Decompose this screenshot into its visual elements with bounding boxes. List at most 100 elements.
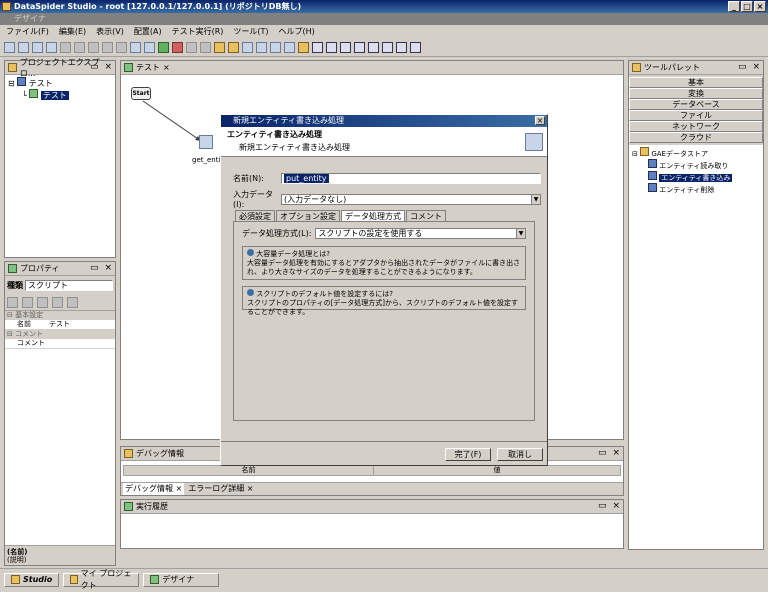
menu-help[interactable]: ヘルプ(H) [279, 25, 315, 39]
menu-arrange[interactable]: 配置(A) [134, 25, 162, 39]
text-icon[interactable] [284, 42, 295, 53]
layout-5-icon[interactable] [368, 42, 379, 53]
palette-item-write-entity[interactable]: エンティティ書き込み [632, 171, 760, 183]
history-title: 実行履歴 [136, 502, 168, 511]
layout-6-icon[interactable] [382, 42, 393, 53]
maximize-button[interactable]: □ [741, 1, 753, 12]
palette-category-database[interactable]: データベース [629, 99, 763, 110]
menu-file[interactable]: ファイル(F) [6, 25, 49, 39]
grid-icon[interactable] [242, 42, 253, 53]
stop-icon[interactable] [172, 42, 183, 53]
close-history-icon[interactable]: × [612, 501, 620, 511]
tree-item-project-root[interactable]: ⊟ テスト [8, 77, 112, 89]
script-label: テスト [40, 91, 69, 100]
palette-category-network[interactable]: ネットワーク [629, 121, 763, 132]
close-panel-icon[interactable]: × [104, 62, 112, 72]
link-icon[interactable] [214, 42, 225, 53]
new-folder-icon[interactable] [32, 42, 43, 53]
dialog-header: エンティティ書き込み処理 新規エンティティ書き込み処理 [221, 127, 547, 157]
tree-item-script[interactable]: └ テスト [8, 89, 112, 101]
delete-icon[interactable] [116, 42, 127, 53]
menu-tools[interactable]: ツール(T) [233, 25, 268, 39]
palette-category-cloud[interactable]: クラウド [629, 132, 763, 143]
write-entity-icon [648, 171, 657, 180]
layout-3-icon[interactable] [340, 42, 351, 53]
maximize-history-icon[interactable]: ▭ [598, 501, 607, 511]
designer-tab[interactable]: デザイナ [143, 572, 220, 587]
close-properties-icon[interactable]: × [104, 263, 112, 273]
add-icon[interactable] [88, 42, 99, 53]
name-input[interactable]: put_entity [281, 173, 541, 184]
image-icon[interactable] [270, 42, 281, 53]
property-row-comment[interactable]: コメント [5, 339, 115, 349]
new-icon[interactable] [4, 42, 15, 53]
palette-category-file[interactable]: ファイル [629, 110, 763, 121]
close-button[interactable]: × [754, 1, 766, 12]
tab-required-settings[interactable]: 必須設定 [235, 210, 275, 221]
remove-icon[interactable] [102, 42, 113, 53]
table-icon[interactable] [256, 42, 267, 53]
tab-option-settings[interactable]: オプション設定 [276, 210, 340, 221]
layout-2-icon[interactable] [326, 42, 337, 53]
document-icon[interactable] [200, 42, 211, 53]
tab-comment[interactable]: コメント [406, 210, 446, 221]
sort-icon[interactable] [22, 297, 33, 308]
maximize-debug-icon[interactable]: ▭ [598, 448, 607, 458]
categorized-icon[interactable] [7, 297, 18, 308]
maximize-palette-icon[interactable]: ▭ [738, 62, 747, 72]
input-data-select[interactable]: (入力データなし) ▼ [281, 193, 541, 205]
palette-category-basic[interactable]: 基本 [629, 77, 763, 88]
palette-category-convert[interactable]: 変換 [629, 88, 763, 99]
maximize-properties-icon[interactable]: ▭ [90, 263, 99, 273]
close-palette-icon[interactable]: × [752, 62, 760, 72]
run-icon[interactable] [158, 42, 169, 53]
finish-button[interactable]: 完了(F) [445, 448, 491, 461]
layout-8-icon[interactable] [410, 42, 421, 53]
property-row-name[interactable]: 名前 テスト [5, 320, 115, 330]
open-icon[interactable] [18, 42, 29, 53]
cancel-button[interactable]: 取消し [497, 448, 543, 461]
edit-icon[interactable] [37, 297, 48, 308]
tab-data-processing[interactable]: データ処理方式 [341, 210, 405, 221]
canvas-tab[interactable]: テスト [136, 62, 160, 73]
palette-icon[interactable] [228, 42, 239, 53]
undo-icon[interactable] [60, 42, 71, 53]
menu-edit[interactable]: 編集(E) [59, 25, 86, 39]
folder-icon [8, 63, 17, 72]
designer-subtitle: デザイナ [14, 14, 46, 23]
collapse-icon[interactable] [67, 297, 78, 308]
method-select[interactable]: スクリプトの設定を使用する ▼ [315, 228, 526, 239]
search-icon[interactable] [130, 42, 141, 53]
studio-button[interactable]: Studio [4, 572, 60, 587]
minimize-button[interactable]: _ [728, 1, 740, 12]
type-field: スクリプト [25, 280, 113, 291]
close-canvas-tab-icon[interactable]: × [163, 63, 170, 72]
get-entity-icon[interactable] [199, 135, 213, 149]
layout-4-icon[interactable] [354, 42, 365, 53]
tab-error-log[interactable]: エラーログ詳細 × [188, 483, 253, 495]
debug-icon[interactable] [144, 42, 155, 53]
menu-test-run[interactable]: テスト実行(R) [172, 25, 224, 39]
info2-text: スクリプトのプロパティの[データ処理方式]から、スクリプトのデフォルト値を設定す… [247, 299, 519, 316]
layout-7-icon[interactable] [396, 42, 407, 53]
step-icon[interactable] [186, 42, 197, 53]
menu-view[interactable]: 表示(V) [96, 25, 124, 39]
gae-datastore-label: GAEデータストア [651, 150, 708, 158]
palette-item-delete-entity[interactable]: エンティティ削除 [632, 183, 760, 195]
palette-item-read-entity[interactable]: エンティティ読み取り [632, 159, 760, 171]
tab-debug-info[interactable]: デバッグ情報 × [123, 483, 185, 495]
layout-1-icon[interactable] [312, 42, 323, 53]
my-project-tab[interactable]: マイ プロジェクト [63, 569, 140, 590]
tool-palette-panel: ツールパレット ▭ × 基本 変換 データベース ファイル ネットワーク クラウド… [628, 60, 764, 550]
redo-icon[interactable] [74, 42, 85, 53]
tool-icon[interactable] [298, 42, 309, 53]
palette-tree-root[interactable]: ⊟ GAEデータストア [632, 147, 760, 159]
section-basic: ⊟ 基本設定 [5, 311, 115, 320]
expand-icon[interactable] [52, 297, 63, 308]
dialog-header-title: エンティティ書き込み処理 [227, 130, 323, 139]
dialog-close-button[interactable]: × [535, 116, 545, 125]
save-icon[interactable] [46, 42, 57, 53]
close-debug-icon[interactable]: × [612, 448, 620, 458]
canvas-tab-icon [124, 63, 133, 72]
maximize-panel-icon[interactable]: ▭ [90, 62, 99, 72]
